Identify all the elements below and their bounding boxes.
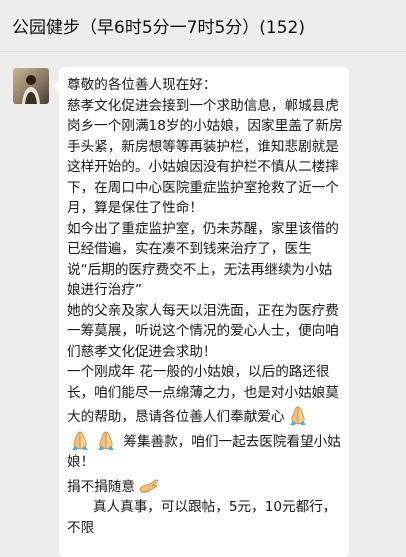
message-line: 如今出了重症监护室，仍未苏醒，家里该借的已经借遍，实在凑不到钱来治疗了，医生说“… — [67, 220, 339, 299]
message-line: 她的父亲及家人每天以泪洗面，正在为医疗费一筹莫展，听说这个情况的爱心人士，便向咱… — [67, 302, 339, 360]
clapping-hands-icon — [136, 473, 160, 497]
message-line: 尊敬的各位善人现在好： — [67, 77, 217, 93]
avatar-photo-icon — [13, 68, 49, 104]
sender-avatar[interactable] — [13, 68, 49, 104]
folded-hands-icon — [286, 403, 310, 427]
folded-hands-icon — [94, 428, 118, 452]
message-line: 真人真事，可以跟帖，5元，10元都行，不限 — [67, 499, 337, 536]
folded-hands-icon — [68, 428, 92, 452]
message-line: 捐不捐随意 — [67, 478, 135, 495]
chat-header: 公园健步（早6时5分一7时5分）(152) — [0, 0, 406, 52]
chat-area[interactable]: 尊敬的各位善人现在好： 慈孝文化促进会接到一个求助信息，郸城县虎岗乡一个刚满18… — [0, 52, 406, 557]
chat-title[interactable]: 公园健步（早6时5分一7时5分）(152) — [12, 13, 305, 38]
message-bubble[interactable]: 尊敬的各位善人现在好： 慈孝文化促进会接到一个求助信息，郸城县虎岗乡一个刚满18… — [53, 67, 349, 557]
message-line: 慈孝文化促进会接到一个求助信息，郸城县虎岗乡一个刚满18岁的小姑娘，因家里盖了新… — [67, 97, 343, 217]
